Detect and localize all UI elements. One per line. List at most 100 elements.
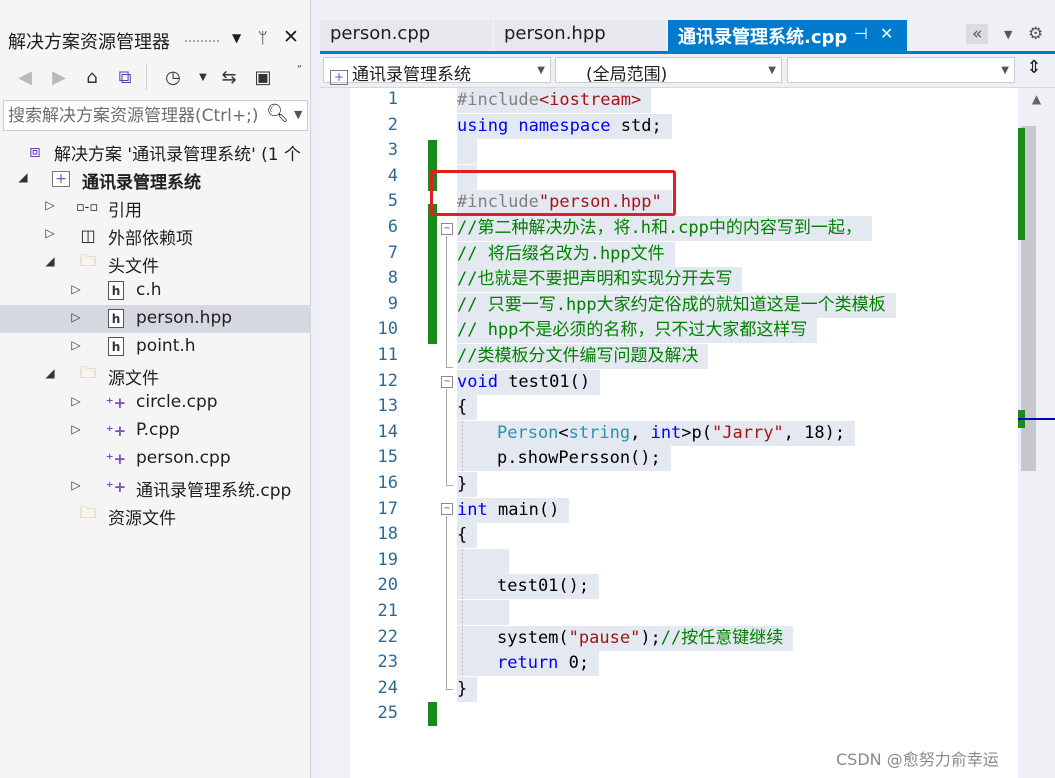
scroll-up-icon[interactable]: ▲ [1018,92,1055,106]
chevron-down-icon[interactable]: ▼ [190,64,216,90]
member-dropdown[interactable]: ▼ [787,57,1015,83]
line-number: 20 [377,575,398,595]
toolbar-separator [146,64,147,90]
solution-icon: ⧈ [29,140,41,162]
outline-guide-end [446,367,453,368]
filter-folder-icon: 🗀︎ [79,502,96,522]
overflow-icon[interactable]: ˝ [286,58,312,84]
tree-item-source-files[interactable]: ◢ 🗀︎ 源文件 [0,361,311,390]
tree-item-label: circle.cpp [136,392,218,412]
search-icon[interactable]: 🔍︎ [266,103,289,124]
chevron-down-icon[interactable]: ▼ [232,31,241,45]
filter-folder-icon: 🗀︎ [79,250,96,270]
project-dropdown-value: 通讯录管理系统 [352,65,471,85]
line-number: 24 [377,678,398,698]
tree-item-external-dependencies[interactable]: ▷ ◫ 外部依赖项 [0,221,311,250]
collapse-all-icon[interactable]: ▣ [250,64,276,90]
tree-item-solution[interactable]: ⧈ 解决方案 '通讯录管理系统' (1 个 [0,137,311,166]
collapsed-arrow-icon[interactable]: ▷ [43,226,57,240]
code-line: { [457,395,478,420]
scroll-tabs-left-icon[interactable]: « [966,24,989,44]
line-number: 7 [387,243,398,263]
tree-item-label: 通讯录管理系统 [82,173,201,193]
sync-icon[interactable]: ⇆ [216,64,242,90]
code-area[interactable]: 1 2 3 4 5 6 7 8 9 10 11 12 13 14 15 16 1… [320,88,1018,778]
code-line [457,139,477,164]
collapsed-arrow-icon[interactable]: ▷ [69,310,83,324]
code-line: return 0; [457,651,600,676]
code-editor: person.cpp person.hpp 通讯录管理系统.cpp ⊣ ✕ « … [320,0,1055,778]
glyph-margin[interactable] [320,88,350,778]
forward-icon[interactable]: ▶ [46,64,72,90]
line-number: 21 [377,601,398,621]
collapse-region-icon[interactable]: − [441,503,453,515]
tree-item-circle-cpp[interactable]: ▷ ⁺+ circle.cpp [0,389,311,417]
solution-explorer-toolbar: ◀ ▶ ⌂ ⧉ ◷ ▼ ⇆ ▣ ˝ [0,58,311,96]
drag-grip[interactable] [184,39,220,44]
line-number: 15 [377,447,398,467]
chevron-down-icon[interactable]: ▼ [1004,28,1012,41]
line-number: 2 [387,115,398,135]
gear-icon[interactable]: ⚙ [1028,24,1043,44]
scope-dropdown-value: (全局范围) [586,65,668,85]
code-line: } [457,472,478,497]
split-window-icon[interactable]: ⇕ [1020,57,1048,83]
collapsed-arrow-icon[interactable]: ▷ [69,394,83,408]
line-number: 9 [387,294,398,314]
pin-icon[interactable]: ᛘ [258,28,268,47]
collapsed-arrow-icon[interactable]: ▷ [69,422,83,436]
tab-person-hpp[interactable]: person.hpp [494,20,666,51]
collapsed-arrow-icon[interactable]: ▷ [69,478,83,492]
header-file-icon: h [108,337,124,356]
pending-changes-icon[interactable]: ◷ [160,64,186,90]
close-icon[interactable]: ✕ [283,26,299,48]
tree-item-main-cpp[interactable]: ▷ ⁺+ 通讯录管理系统.cpp [0,473,311,501]
expanded-arrow-icon[interactable]: ◢ [16,170,30,184]
back-icon[interactable]: ◀ [12,64,38,90]
watermark: CSDN @愈努力俞幸运 [836,750,999,769]
change-map-marker [1018,128,1025,240]
code-line: test01(); [457,574,600,599]
vertical-scrollbar[interactable]: ▲ [1018,88,1055,778]
collapsed-arrow-icon[interactable]: ▷ [69,338,83,352]
expanded-arrow-icon[interactable]: ◢ [43,366,57,380]
collapsed-arrow-icon[interactable]: ▷ [43,198,57,212]
expanded-arrow-icon[interactable]: ◢ [43,254,57,268]
chevron-down-icon[interactable]: ▼ [294,108,302,121]
tree-item-resource-files[interactable]: 🗀︎ 资源文件 [0,501,311,530]
tree-item-project[interactable]: ◢ + 通讯录管理系统 [0,165,311,193]
code-line: Person<string, int>p("Jarry", 18); [457,421,856,446]
cpp-file-icon: ⁺+ [105,394,127,412]
code-line [457,600,509,625]
tree-item-header-files[interactable]: ◢ 🗀︎ 头文件 [0,249,311,278]
code-line [457,549,509,574]
annotation-highlight-box [430,170,676,216]
solution-search-input[interactable] [8,104,258,127]
tree-item-label: 资源文件 [108,509,176,529]
scope-dropdown[interactable]: (全局范围) ▼ [555,57,782,85]
tree-item-label: 头文件 [108,257,159,277]
tree-item-references[interactable]: ▷ ▫-▫ 引用 [0,193,311,221]
collapsed-arrow-icon[interactable]: ▷ [69,282,83,296]
pin-icon[interactable]: ⊣ [854,24,868,43]
collapse-region-icon[interactable]: − [441,223,453,235]
code-line: } [457,677,478,702]
tree-item-p-cpp[interactable]: ▷ ⁺+ P.cpp [0,417,311,445]
line-number: 25 [377,703,398,723]
tree-item-label: 源文件 [108,369,159,389]
tree-item-c-h[interactable]: ▷ h c.h [0,277,311,305]
code-line: // 将后缀名改为.hpp文件 [457,242,675,267]
line-number: 23 [377,652,398,672]
switch-views-icon[interactable]: ⧉ [112,64,138,90]
tab-person-cpp[interactable]: person.cpp [320,20,492,51]
project-dropdown[interactable]: + 通讯录管理系统 ▼ [323,57,551,85]
tree-item-person-cpp[interactable]: ⁺+ person.cpp [0,445,311,473]
tree-item-point-h[interactable]: ▷ h point.h [0,333,311,361]
close-icon[interactable]: ✕ [880,24,893,43]
chevron-down-icon: ▼ [537,65,545,76]
tree-item-person-hpp[interactable]: ▷ h person.hpp [0,305,311,333]
document-tab-bar: person.cpp person.hpp 通讯录管理系统.cpp ⊣ ✕ « … [320,0,1055,51]
home-icon[interactable]: ⌂ [79,64,105,90]
collapse-region-icon[interactable]: − [441,376,453,388]
tab-main-cpp[interactable]: 通讯录管理系统.cpp ⊣ ✕ [668,20,907,51]
